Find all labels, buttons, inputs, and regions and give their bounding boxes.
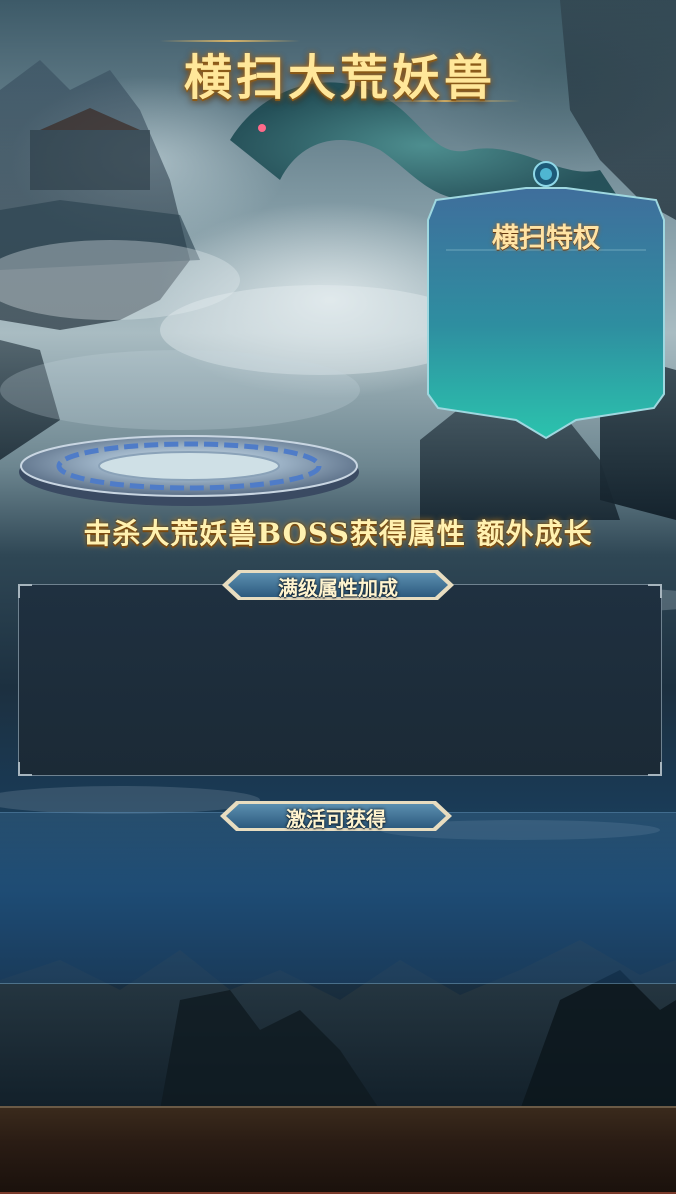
kill-boss-banner: 击杀大荒妖兽BOSS获得属性 额外成长	[83, 517, 593, 550]
summon-platform	[19, 435, 359, 506]
activate-rewards-panel	[0, 812, 676, 984]
attribute-section-title: 满级属性加成	[278, 576, 398, 600]
corner-ornament	[18, 584, 32, 598]
privilege-title: 横扫特权	[492, 223, 600, 254]
gem-icon	[533, 161, 559, 187]
attribute-bonus-panel	[18, 584, 662, 776]
corner-ornament	[648, 762, 662, 776]
bottom-bar	[0, 1106, 676, 1194]
activate-section-header: 激活可获得	[220, 797, 452, 835]
corner-ornament	[648, 584, 662, 598]
corner-ornament	[18, 762, 32, 776]
page-title: 横扫大荒妖兽	[183, 50, 496, 106]
title-banner: 横扫大荒妖兽	[160, 30, 520, 120]
attribute-section-header: 满级属性加成	[222, 566, 454, 604]
privilege-panel: 横扫特权	[426, 161, 666, 440]
activate-section-title: 激活可获得	[286, 807, 386, 831]
